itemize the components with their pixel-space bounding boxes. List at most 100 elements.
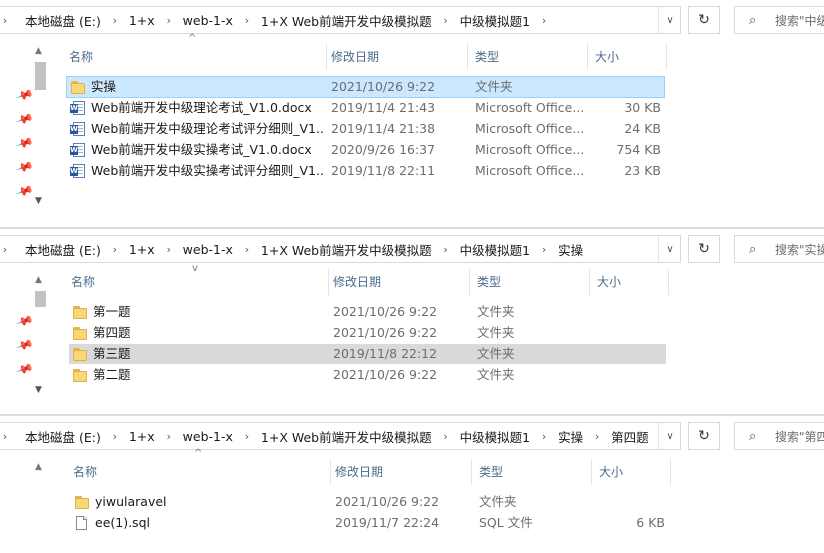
column-divider[interactable] (670, 459, 671, 485)
column-divider[interactable] (587, 44, 588, 70)
column-name[interactable]: 名称 (71, 459, 97, 485)
file-type: 文件夹 (477, 346, 515, 361)
breadcrumb-item[interactable]: 实操 (555, 240, 586, 259)
chevron-right-icon[interactable]: › (104, 243, 126, 256)
nav-scrollbar[interactable]: ▲ ▼ (32, 46, 48, 208)
chevron-right-icon[interactable]: › (236, 430, 258, 443)
chevron-right-icon[interactable]: › (435, 14, 457, 27)
chevron-down-icon[interactable]: ∨ (658, 423, 680, 449)
file-date: 2019/11/8 22:12 (333, 346, 438, 361)
breadcrumb-item[interactable]: 中级模拟题1 (457, 427, 533, 446)
breadcrumb-item[interactable]: 1+X Web前端开发中级模拟题 (258, 240, 435, 259)
chevron-right-icon[interactable]: › (104, 14, 126, 27)
column-name[interactable]: 名称 (69, 269, 95, 295)
file-size (595, 492, 665, 512)
file-row[interactable]: W Web前端开发中级实操考试_V1.0.docx 2020/9/26 16:37 M… (67, 140, 664, 160)
scroll-thumb[interactable] (35, 62, 46, 90)
breadcrumb-item[interactable]: 本地磁盘 (E:) (22, 240, 104, 259)
search-input[interactable]: ⌕ 搜索"第四 (734, 422, 824, 450)
search-input[interactable]: ⌕ 搜索"中级 (734, 6, 824, 34)
column-date[interactable]: 修改日期 (329, 44, 379, 70)
chevron-right-icon[interactable]: › (533, 243, 555, 256)
file-row[interactable]: 第三题 2019/11/8 22:12 文件夹 (69, 344, 666, 364)
chevron-right-icon[interactable]: › (104, 430, 126, 443)
file-row[interactable]: W Web前端开发中级理论考试评分细则_V1... 2019/11/4 21:38 M… (67, 119, 664, 139)
file-name: Web前端开发中级实操考试评分细则_V1... (91, 163, 323, 178)
file-row[interactable]: 第四题 2021/10/26 9:22 文件夹 (69, 323, 666, 343)
column-divider[interactable] (471, 459, 472, 485)
column-date[interactable]: 修改日期 (333, 459, 383, 485)
chevron-right-icon[interactable]: › (158, 14, 180, 27)
column-type[interactable]: 类型 (477, 459, 503, 485)
file-row[interactable]: ee(1).sql 2019/11/7 22:24 SQL 文件 6 KB (71, 513, 668, 533)
column-type[interactable]: 类型 (473, 44, 499, 70)
column-divider[interactable] (666, 44, 667, 70)
chevron-right-icon[interactable]: › (533, 430, 555, 443)
scroll-thumb[interactable] (35, 291, 46, 307)
refresh-button[interactable]: ↻ (688, 235, 720, 263)
breadcrumb-item[interactable]: web-1-x (180, 429, 236, 444)
chevron-down-icon[interactable]: ∨ (658, 7, 680, 33)
column-divider[interactable] (469, 269, 470, 295)
file-date: 2021/10/26 9:22 (331, 79, 436, 94)
breadcrumb-item[interactable]: 本地磁盘 (E:) (22, 427, 104, 446)
breadcrumb-item[interactable]: 1+x (126, 429, 158, 444)
chevron-right-icon[interactable]: › (435, 430, 457, 443)
file-row[interactable]: 实操 2021/10/26 9:22 文件夹 (66, 76, 665, 98)
breadcrumb-item[interactable]: 1+X Web前端开发中级模拟题 (258, 427, 435, 446)
refresh-button[interactable]: ↻ (688, 6, 720, 34)
breadcrumb-item[interactable]: 1+X Web前端开发中级模拟题 (258, 11, 435, 30)
chevron-right-icon[interactable]: › (0, 430, 16, 443)
breadcrumb-item[interactable]: 中级模拟题1 (457, 240, 533, 259)
file-row[interactable]: 第二题 2021/10/26 9:22 文件夹 (69, 365, 666, 385)
column-date[interactable]: 修改日期 (331, 269, 381, 295)
breadcrumb[interactable]: › 本地磁盘 (E:) › 1+x › web-1-x › 1+X Web前端开发中级模拟题 ›… (0, 422, 681, 450)
column-size[interactable]: 大小 (593, 44, 619, 70)
column-type[interactable]: 类型 (475, 269, 501, 295)
breadcrumb-item[interactable]: 1+x (126, 242, 158, 257)
breadcrumb[interactable]: › 本地磁盘 (E:) › 1+x › web-1-x › 1+X Web前端开发中级模拟题 ›… (0, 6, 681, 34)
breadcrumb[interactable]: › 本地磁盘 (E:) › 1+x › web-1-x › 1+X Web前端开发中级模拟题 ›… (0, 235, 681, 263)
breadcrumb-item[interactable]: web-1-x (180, 242, 236, 257)
chevron-right-icon[interactable]: › (586, 430, 608, 443)
breadcrumb-item[interactable]: 实操 (555, 427, 586, 446)
breadcrumb-item[interactable]: 中级模拟题1 (457, 11, 533, 30)
chevron-right-icon[interactable]: › (158, 430, 180, 443)
chevron-right-icon[interactable]: › (158, 243, 180, 256)
column-divider[interactable] (589, 269, 590, 295)
file-row[interactable]: yiwularavel 2021/10/26 9:22 文件夹 (71, 492, 668, 512)
column-divider[interactable] (326, 44, 327, 70)
chevron-right-icon[interactable]: › (533, 14, 555, 27)
nav-scrollbar[interactable]: ▲ (32, 462, 48, 552)
column-size[interactable]: 大小 (597, 459, 623, 485)
breadcrumb-item[interactable]: web-1-x (180, 13, 236, 28)
chevron-right-icon[interactable]: › (0, 243, 16, 256)
column-divider[interactable] (330, 459, 331, 485)
chevron-right-icon[interactable]: › (0, 14, 16, 27)
chevron-right-icon[interactable]: › (435, 243, 457, 256)
refresh-button[interactable]: ↻ (688, 422, 720, 450)
nav-scrollbar[interactable]: ▲ ▼ (32, 275, 48, 400)
column-divider[interactable] (591, 459, 592, 485)
breadcrumb-item[interactable]: 本地磁盘 (E:) (22, 11, 104, 30)
scroll-up-icon[interactable]: ▲ (35, 462, 42, 472)
chevron-right-icon[interactable]: › (236, 243, 258, 256)
column-name[interactable]: 名称 (67, 44, 93, 70)
scroll-up-icon[interactable]: ▲ (35, 275, 42, 285)
breadcrumb-item[interactable]: 第四题 (608, 427, 652, 446)
column-divider[interactable] (467, 44, 468, 70)
file-row[interactable]: W Web前端开发中级实操考试评分细则_V1... 2019/11/8 22:11 M… (67, 161, 664, 181)
column-size[interactable]: 大小 (595, 269, 621, 295)
scroll-up-icon[interactable]: ▲ (35, 46, 42, 56)
scroll-down-icon[interactable]: ▼ (35, 385, 42, 395)
breadcrumb-item[interactable]: 1+x (126, 13, 158, 28)
scroll-down-icon[interactable]: ▼ (35, 196, 42, 206)
column-divider[interactable] (668, 269, 669, 295)
search-input[interactable]: ⌕ 搜索"实操 (734, 235, 824, 263)
chevron-down-icon[interactable]: ∨ (658, 236, 680, 262)
file-row[interactable]: 第一题 2021/10/26 9:22 文件夹 (69, 302, 666, 322)
chevron-right-icon[interactable]: › (236, 14, 258, 27)
file-row[interactable]: W Web前端开发中级理论考试_V1.0.docx 2019/11/4 21:43 M… (67, 98, 664, 118)
column-divider[interactable] (328, 269, 329, 295)
file-size: 30 KB (624, 100, 661, 115)
